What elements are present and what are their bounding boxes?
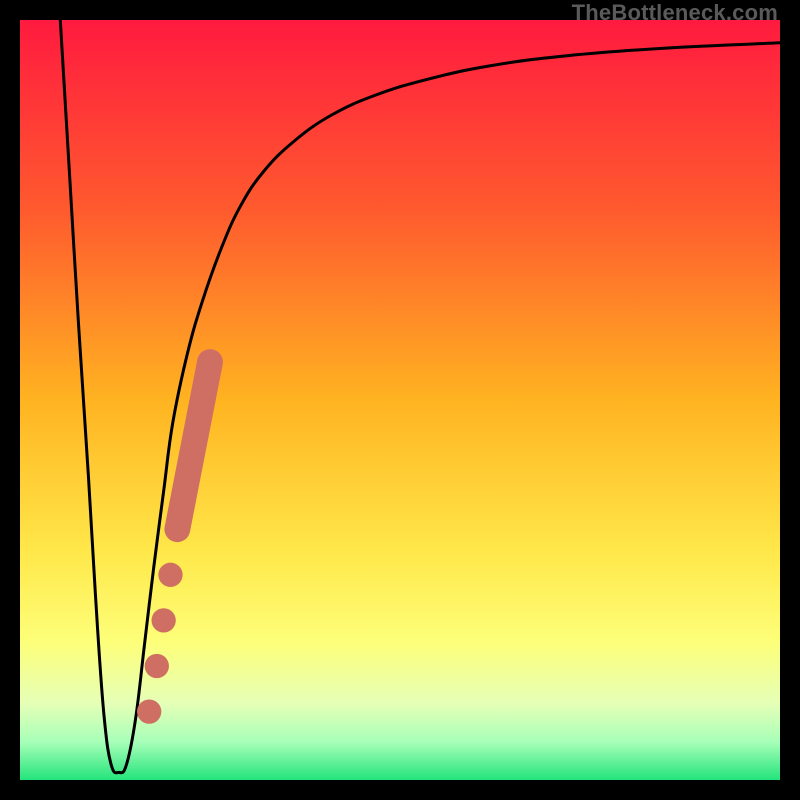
watermark-text: TheBottleneck.com [572,0,778,26]
marker-dot [137,699,161,723]
marker-dot [145,654,169,678]
chart-svg [20,20,780,780]
outer-frame: TheBottleneck.com [0,0,800,800]
marker-dot [151,608,175,632]
plot-area [20,20,780,780]
marker-dot [158,563,182,587]
gradient-background [20,20,780,780]
